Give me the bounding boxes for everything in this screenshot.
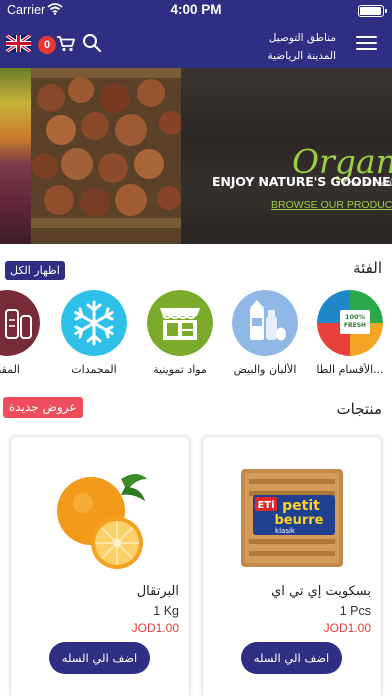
jars-icon — [0, 290, 40, 356]
banner-vegetables-image — [0, 68, 31, 244]
svg-text:FRESH: FRESH — [344, 322, 366, 329]
product-price: JOD1.00 — [131, 621, 179, 635]
orange-image — [57, 474, 147, 569]
svg-text:100%: 100% — [345, 313, 366, 321]
category-label: المجمدات — [71, 363, 117, 376]
product-quantity: 1 Pcs — [339, 604, 371, 618]
status-bar: Carrier 4:00 PM — [0, 0, 392, 22]
add-to-cart-button[interactable]: اضف الي السله — [49, 642, 150, 674]
products-section-title: منتجات — [336, 400, 382, 418]
grocery-store-icon — [147, 290, 213, 356]
category-frozen[interactable] — [61, 290, 127, 356]
product-name: البرتقال — [136, 584, 179, 599]
cart-count-badge[interactable]: 0 — [38, 36, 56, 54]
category-label: الأقسام الطا... — [316, 363, 384, 376]
product-quantity: 1 Kg — [153, 604, 179, 618]
package-text-2: beurre — [274, 513, 323, 528]
delivery-region-value: المدينة الرياضية — [267, 50, 336, 62]
cart-icon[interactable] — [56, 35, 76, 53]
banner-onion-crate-image — [31, 68, 181, 244]
promo-banner[interactable]: Organic True to Nature ENJOY NATURE'S GO… — [0, 68, 392, 244]
hamburger-menu-icon[interactable] — [356, 36, 377, 50]
category-section-title: الفئة — [353, 259, 382, 277]
add-to-cart-button[interactable]: اضف الي السله — [241, 642, 342, 674]
app-header: Carrier 4:00 PM 0 مناطق التوصيل المدينة … — [0, 0, 392, 68]
status-time: 4:00 PM — [170, 2, 222, 17]
biscuit-package-image: ETi petit beurre klasik — [241, 469, 343, 567]
category-fresh-departments[interactable]: 100% FRESH — [317, 290, 383, 356]
new-offers-badge[interactable]: عروض جديدة — [3, 397, 83, 418]
category-appetizers[interactable] — [0, 290, 40, 356]
product-card[interactable]: ETi petit beurre klasik بسكويت إي تي اي … — [203, 437, 381, 696]
snowflake-icon — [61, 290, 127, 356]
category-dairy-eggs[interactable] — [232, 290, 298, 356]
dairy-eggs-icon — [232, 290, 298, 356]
category-label: مواد تموينية — [153, 363, 207, 376]
app-screen: Carrier 4:00 PM 0 مناطق التوصيل المدينة … — [0, 0, 392, 696]
category-grocery[interactable] — [147, 290, 213, 356]
category-label: الألبان والبيض — [233, 363, 297, 376]
uk-flag-icon[interactable] — [6, 35, 31, 52]
package-text-3: klasik — [275, 527, 296, 535]
category-label: المقبلات — [0, 363, 20, 376]
fresh-departments-icon: 100% FRESH — [317, 290, 383, 356]
package-brand: ETi — [257, 500, 274, 511]
banner-browse-link[interactable]: BROWSE OUR PRODUCT LINE — [271, 199, 392, 211]
product-name: بسكويت إي تي اي — [271, 584, 371, 599]
product-card[interactable]: البرتقال 1 Kg JOD1.00 اضف الي السله — [11, 437, 189, 696]
package-text-1: petit — [282, 498, 320, 514]
delivery-region[interactable]: مناطق التوصيل المدينة الرياضية — [267, 29, 336, 65]
battery-icon — [358, 5, 387, 17]
show-all-button[interactable]: اظهار الكل — [5, 261, 65, 280]
product-price: JOD1.00 — [323, 621, 371, 635]
delivery-region-title: مناطق التوصيل — [268, 32, 336, 44]
banner-headline: ENJOY NATURE'S GOODNESS — [212, 174, 392, 189]
search-icon[interactable] — [82, 33, 102, 53]
